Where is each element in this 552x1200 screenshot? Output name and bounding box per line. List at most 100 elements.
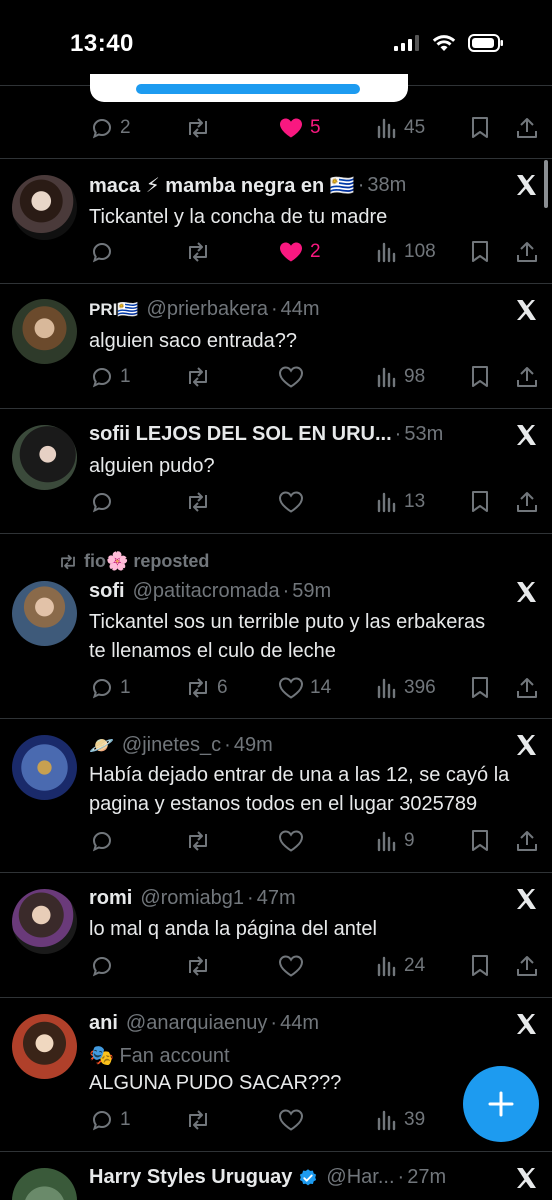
repost-count: 6: [217, 677, 228, 698]
bookmark-button[interactable]: [470, 237, 490, 267]
repost-button[interactable]: [185, 1105, 211, 1135]
reply-button[interactable]: 1: [90, 673, 131, 703]
views-count: 13: [404, 491, 426, 512]
tweet-item[interactable]: PRI🇺🇾 @prierbakera · 44m alguien saco en…: [0, 284, 552, 409]
like-button[interactable]: [278, 487, 304, 517]
share-button[interactable]: [516, 362, 538, 392]
reply-button[interactable]: [90, 487, 114, 517]
avatar[interactable]: [12, 425, 77, 490]
tweet-item[interactable]: maca ⚡ mamba negra en 🇺🇾 · 38m Tickantel…: [0, 159, 552, 284]
share-icon: [517, 492, 537, 512]
share-button[interactable]: [516, 673, 538, 703]
handle[interactable]: @prierbakera: [147, 298, 268, 321]
x-logo-icon[interactable]: [514, 423, 538, 447]
handle[interactable]: @jinetes_c: [122, 734, 221, 757]
x-logo-icon[interactable]: [514, 580, 538, 604]
share-button[interactable]: [516, 237, 538, 267]
tweet-item[interactable]: sofii LEJOS DEL SOL EN URU... · 53m algu…: [0, 409, 552, 534]
avatar[interactable]: [12, 581, 77, 646]
avatar[interactable]: [12, 175, 77, 240]
x-logo-icon[interactable]: [514, 887, 538, 911]
repost-button[interactable]: [185, 237, 211, 267]
reply-count: 2: [120, 117, 131, 138]
like-button[interactable]: [278, 826, 304, 856]
repost-button[interactable]: [185, 826, 211, 856]
tweet-text-line: pagina y estanos todos en el lugar 30257…: [89, 793, 478, 815]
handle[interactable]: @romiabg1: [140, 887, 244, 910]
share-button[interactable]: [516, 487, 538, 517]
tweet-previous[interactable]: 2 5 45: [0, 86, 552, 159]
views-button[interactable]: 9: [376, 826, 415, 856]
repost-button[interactable]: 6: [185, 673, 228, 703]
bookmark-button[interactable]: [470, 673, 490, 703]
views-button[interactable]: 13: [376, 487, 425, 517]
display-name[interactable]: PRI🇺🇾: [89, 300, 139, 320]
share-button[interactable]: [516, 113, 538, 143]
views-icon: [377, 678, 396, 699]
x-logo-icon[interactable]: [514, 733, 538, 757]
views-button[interactable]: 39: [376, 1105, 425, 1135]
share-icon: [517, 831, 537, 851]
reply-button[interactable]: [90, 826, 114, 856]
tweet-header: ani @anarquiaenuy · 44m: [89, 1012, 319, 1035]
display-name[interactable]: ani: [89, 1012, 118, 1035]
bookmark-button[interactable]: [470, 487, 490, 517]
tweet-item[interactable]: ani @anarquiaenuy · 44m 🎭 Fan account AL…: [0, 998, 552, 1152]
display-name[interactable]: romi: [89, 887, 132, 910]
views-button[interactable]: 45: [376, 113, 425, 143]
handle[interactable]: @patitacromada: [133, 580, 280, 603]
avatar[interactable]: [12, 735, 77, 800]
x-logo-icon[interactable]: [514, 298, 538, 322]
tweet-header: sofi @patitacromada · 59m: [89, 580, 332, 603]
verified-badge-icon: [300, 1168, 317, 1185]
repost-button[interactable]: [185, 487, 211, 517]
x-logo-icon[interactable]: [514, 1012, 538, 1036]
share-button[interactable]: [516, 826, 538, 856]
reply-button[interactable]: [90, 951, 114, 981]
avatar[interactable]: [12, 299, 77, 364]
avatar[interactable]: [12, 1014, 77, 1079]
reply-button[interactable]: 1: [90, 1105, 131, 1135]
tweet-item[interactable]: romi @romiabg1 · 47m lo mal q anda la pá…: [0, 873, 552, 998]
views-button[interactable]: 108: [376, 237, 436, 267]
like-button[interactable]: 2: [278, 237, 321, 267]
like-button[interactable]: [278, 362, 304, 392]
handle[interactable]: @anarquiaenuy: [126, 1012, 268, 1035]
display-name[interactable]: sofi: [89, 580, 125, 603]
bookmark-button[interactable]: [470, 951, 490, 981]
reply-button[interactable]: [90, 237, 114, 267]
display-name[interactable]: sofii LEJOS DEL SOL EN URU...: [89, 423, 392, 446]
views-button[interactable]: 98: [376, 362, 425, 392]
reply-button[interactable]: 1: [90, 362, 131, 392]
x-logo-icon[interactable]: [514, 1166, 538, 1190]
repost-button[interactable]: [185, 362, 211, 392]
bookmark-button[interactable]: [470, 362, 490, 392]
views-button[interactable]: 24: [376, 951, 425, 981]
avatar[interactable]: [12, 889, 77, 954]
display-name[interactable]: Harry Styles Uruguay: [89, 1166, 292, 1189]
tweet-item[interactable]: 🪐 @jinetes_c · 49m Había dejado entrar d…: [0, 719, 552, 873]
display-name[interactable]: 🪐: [89, 733, 114, 758]
tweet-item[interactable]: Harry Styles Uruguay @Har... · 27m: [0, 1152, 552, 1200]
like-button[interactable]: [278, 1105, 304, 1135]
handle[interactable]: @Har...: [326, 1166, 394, 1189]
repost-button[interactable]: [185, 113, 211, 143]
views-button[interactable]: 396: [376, 673, 436, 703]
repost-button[interactable]: [185, 951, 211, 981]
tweet-item[interactable]: fio🌸 reposted sofi @patitacromada · 59m …: [0, 534, 552, 719]
avatar[interactable]: [12, 1168, 77, 1200]
share-icon: [517, 118, 537, 138]
like-button[interactable]: 5: [278, 113, 321, 143]
like-button[interactable]: [278, 951, 304, 981]
compose-button[interactable]: [463, 1066, 539, 1142]
share-button[interactable]: [516, 951, 538, 981]
tweet-header: maca ⚡ mamba negra en 🇺🇾 · 38m: [89, 173, 407, 198]
reply-button[interactable]: 2: [90, 113, 131, 143]
display-name[interactable]: maca ⚡ mamba negra en 🇺🇾: [89, 173, 355, 198]
x-logo-icon[interactable]: [514, 173, 538, 197]
tweet-text: alguien saco entrada??: [89, 330, 297, 352]
bookmark-button[interactable]: [470, 826, 490, 856]
bookmark-button[interactable]: [470, 113, 490, 143]
like-button[interactable]: 14: [278, 673, 331, 703]
repost-indicator[interactable]: fio🌸 reposted: [58, 551, 209, 572]
